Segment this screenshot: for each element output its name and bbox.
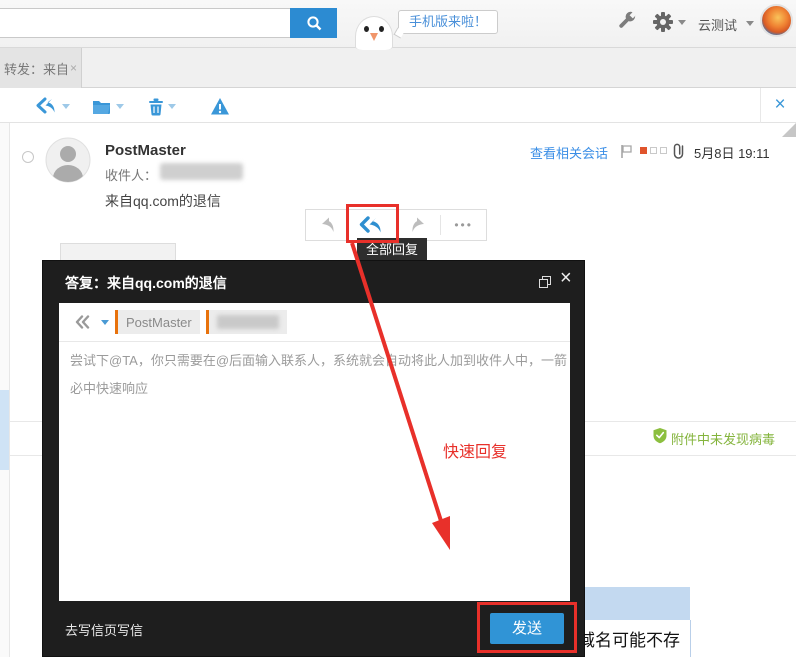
delete-tool-button[interactable] [148, 93, 176, 119]
annotation-rect-reply-all [346, 204, 399, 243]
forward-button[interactable] [396, 210, 441, 240]
tag-color-squares[interactable] [640, 147, 667, 154]
shield-check-icon [652, 427, 668, 447]
folder-dropdown-caret[interactable] [116, 104, 124, 109]
reply-dropdown-caret[interactable] [62, 104, 70, 109]
gear-dropdown-caret[interactable] [678, 20, 686, 25]
flag-icon[interactable] [620, 144, 633, 162]
gear-icon[interactable] [652, 11, 674, 36]
account-dropdown-caret[interactable] [746, 21, 754, 26]
more-dots-icon: ••• [454, 218, 473, 232]
search-icon [305, 14, 323, 32]
reply-all-mode-icon [75, 315, 95, 329]
attachment-paperclip-icon [671, 142, 686, 163]
background-partial-text: 域名可能不存 [578, 626, 680, 651]
mascot-icon [355, 16, 393, 50]
trash-icon [148, 97, 164, 116]
tab-forward-mail[interactable]: 转发：来自qq... × [0, 48, 82, 88]
recipient-tag-postmaster[interactable]: PostMaster [115, 310, 200, 334]
tab-label: 转发：来自qq... [4, 59, 67, 78]
recipient-redacted [217, 315, 279, 329]
bubble-text: 手机版来啦！ [409, 14, 487, 29]
top-bar: 手机版来啦！ 云测试 [0, 0, 796, 48]
sender-avatar [45, 137, 91, 186]
reply-all-icon [36, 97, 58, 115]
dialog-title: 答复：来自qq.com的退信 [65, 273, 227, 293]
reply-all-tool-button[interactable] [36, 93, 70, 119]
dialog-close-icon[interactable]: × [560, 267, 572, 290]
trash-dropdown-caret[interactable] [168, 104, 176, 109]
wrench-icon[interactable] [616, 11, 637, 35]
go-compose-page-link[interactable]: 去写信页写信 [65, 620, 143, 639]
mobile-version-bubble[interactable]: 手机版来啦！ [398, 10, 498, 34]
tag-square-empty-2[interactable] [660, 147, 667, 154]
reply-icon [316, 216, 340, 234]
recipient-tag-redacted[interactable] [206, 310, 287, 334]
tab-row: 转发：来自qq... × [0, 48, 796, 88]
annotation-label: 快速回复 [443, 438, 507, 462]
recipient-redacted [160, 163, 243, 180]
attachment-safe-notice: 附件中未发现病毒 [671, 429, 775, 448]
view-related-link[interactable]: 查看相关会话 [530, 143, 608, 162]
move-folder-tool-button[interactable] [92, 93, 124, 119]
mail-date: 5月8日 19:11 [694, 143, 770, 162]
account-name[interactable]: 云测试 [698, 15, 737, 34]
reply-button[interactable] [306, 210, 351, 240]
recipient-label: 收件人： [105, 165, 157, 184]
recipient-tag-label: PostMaster [126, 315, 192, 330]
dialog-restore-icon[interactable] [539, 276, 552, 289]
search-button[interactable] [290, 8, 337, 38]
user-avatar[interactable] [760, 4, 793, 37]
annotation-rect-send [477, 602, 577, 653]
reply-mode-caret[interactable] [101, 320, 109, 325]
page-fold-corner[interactable] [782, 123, 796, 137]
folder-icon [92, 98, 112, 115]
dialog-recipient-row[interactable]: PostMaster [59, 303, 570, 342]
mail-subject: 来自qq.com的退信 [105, 191, 221, 211]
tag-square-empty-1[interactable] [650, 147, 657, 154]
mail-close-button[interactable]: × [768, 93, 792, 117]
warning-icon [210, 97, 230, 116]
tab-close-icon[interactable]: × [70, 61, 77, 75]
mail-select-radio[interactable] [22, 151, 34, 163]
compose-placeholder[interactable]: 尝试下@TA，你只需要在@后面输入联系人，系统就会自动将此人加到收件人中，一箭必… [70, 347, 570, 403]
more-actions-button[interactable]: ••• [441, 210, 486, 240]
toolbar-separator [760, 88, 761, 123]
sender-name: PostMaster [105, 142, 186, 159]
forward-icon [406, 216, 430, 234]
left-rail-highlight [0, 390, 9, 470]
tag-square-orange[interactable] [640, 147, 647, 154]
report-tool-button[interactable] [210, 93, 230, 119]
mail-toolbar: × [0, 88, 796, 123]
search-input[interactable] [0, 8, 290, 38]
